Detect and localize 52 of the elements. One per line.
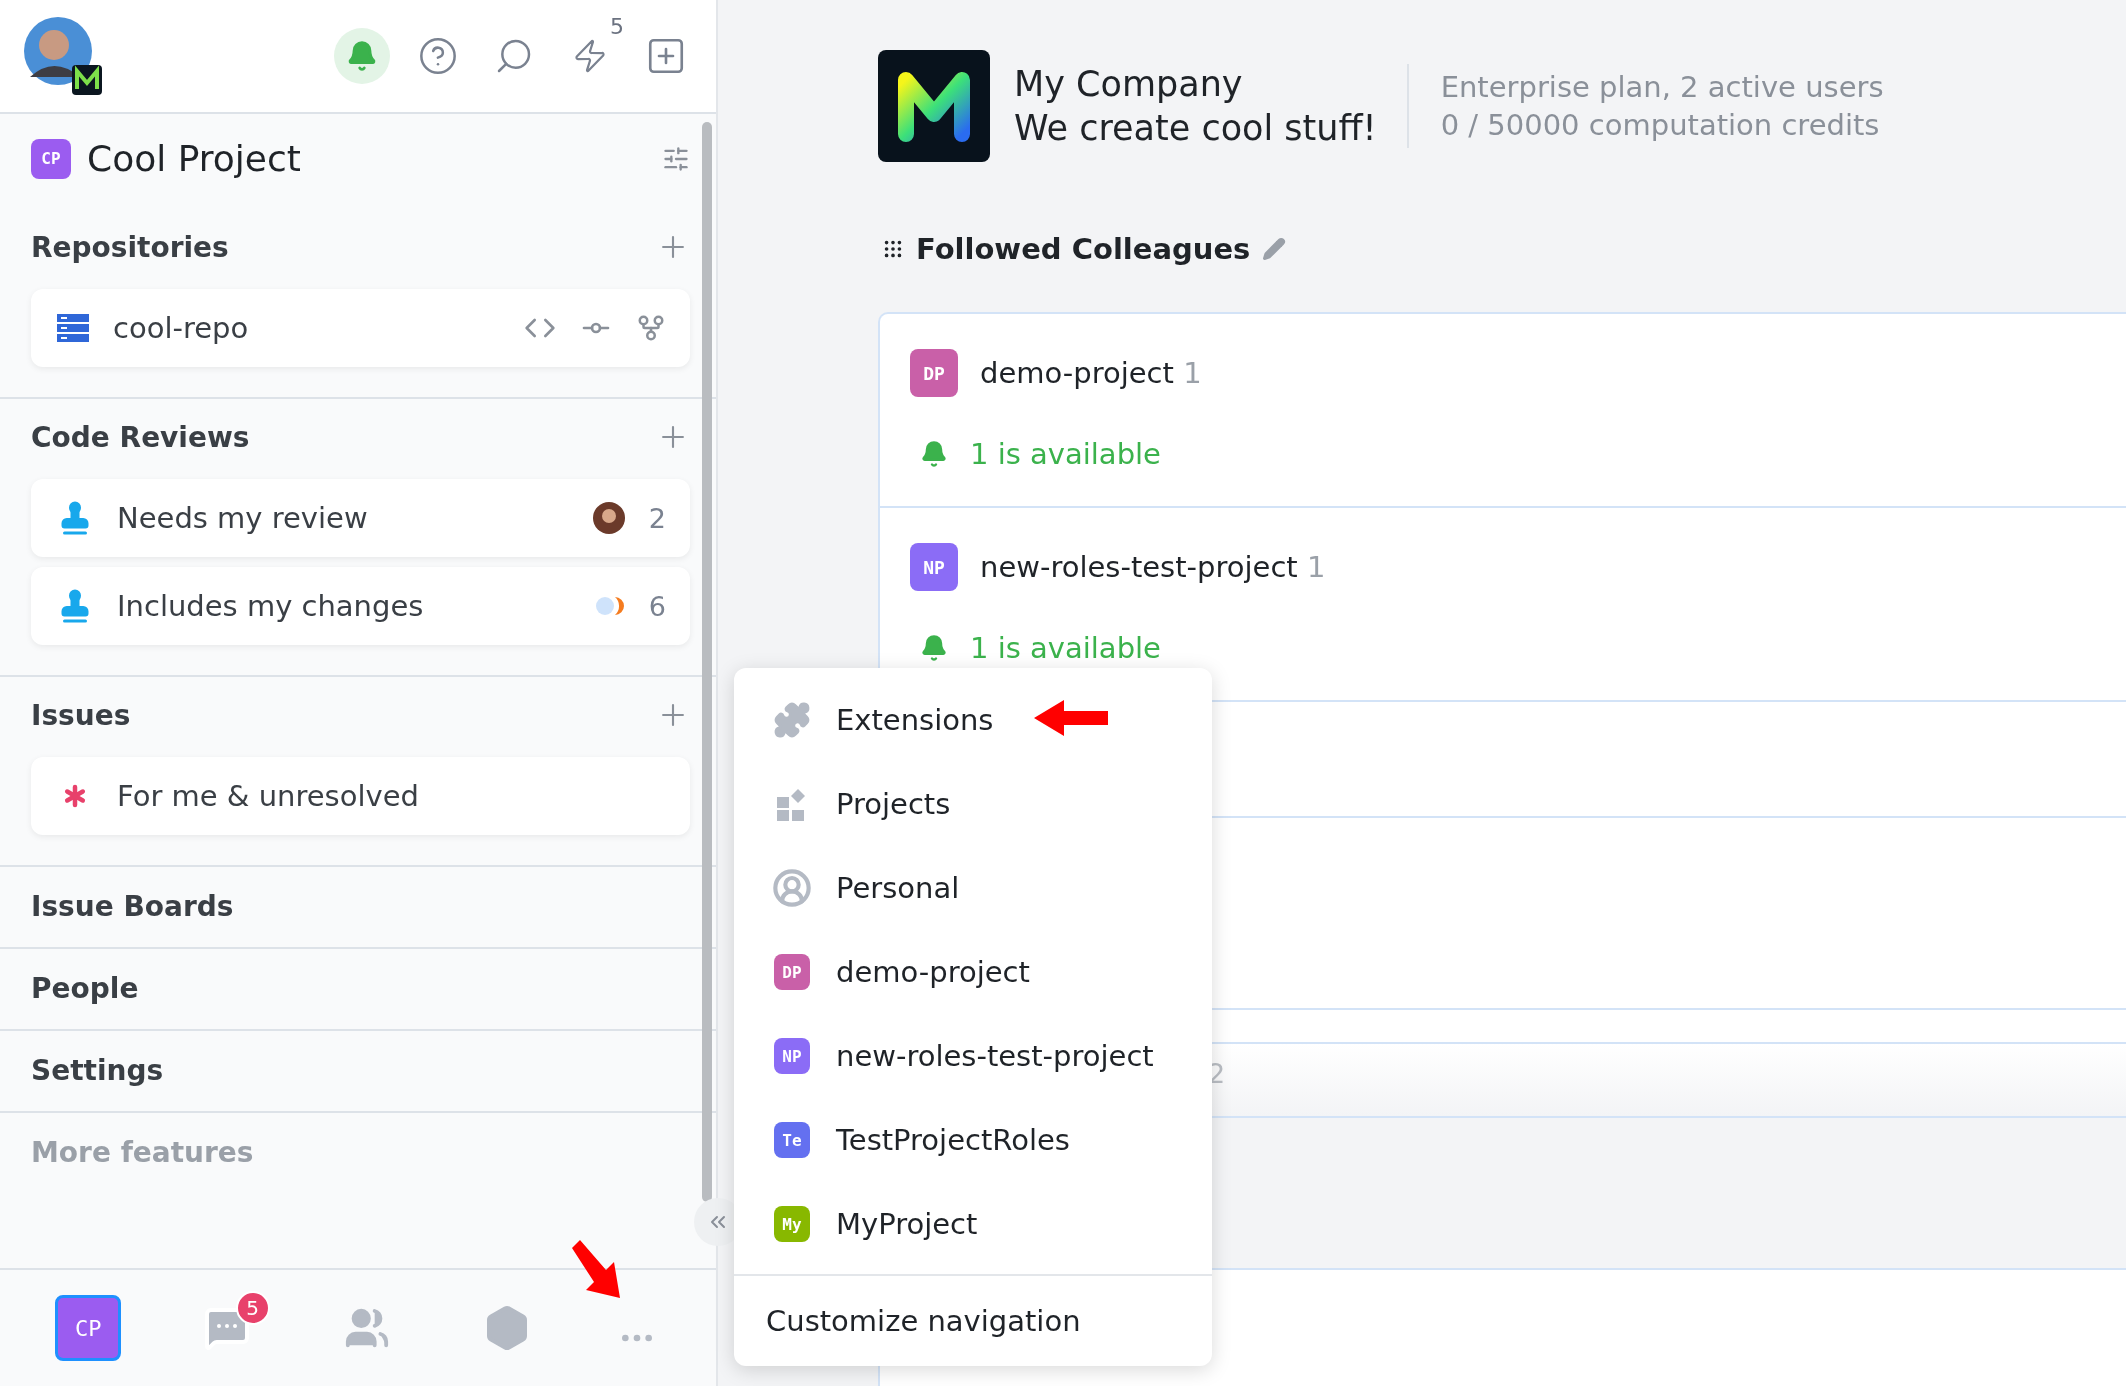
- count: 5: [610, 14, 624, 39]
- bell-icon: [920, 440, 948, 468]
- menu-item[interactable]: NP new-roles-test-project: [734, 1014, 1212, 1098]
- project-badge: NP: [910, 543, 958, 591]
- bell-icon: [920, 634, 948, 662]
- edit-icon[interactable]: [1262, 237, 1287, 261]
- status-dots-icon: [594, 596, 625, 616]
- sidebar-item[interactable]: For me & unresolved: [31, 757, 690, 835]
- plan-info: Enterprise plan, 2 active users: [1440, 70, 1884, 104]
- section-title: Repositories: [31, 230, 229, 264]
- section-title: Followed Colleagues: [916, 232, 1251, 266]
- puzzle-icon: [773, 701, 811, 739]
- project-badge: My: [774, 1206, 810, 1242]
- bell-icon[interactable]: [334, 28, 390, 84]
- project-badge: Te: [774, 1122, 810, 1158]
- menu-item[interactable]: DP demo-project: [734, 930, 1212, 1014]
- project-name: demo-project 1: [980, 356, 1202, 390]
- menu-item[interactable]: Projects: [734, 762, 1212, 846]
- menu-item[interactable]: Extensions: [734, 678, 1212, 762]
- project-badge: DP: [910, 349, 958, 397]
- section-title: Issues: [31, 698, 131, 732]
- project-tab[interactable]: CP: [55, 1295, 122, 1361]
- menu-item[interactable]: Te TestProjectRoles: [734, 1098, 1212, 1182]
- avatar-icon[interactable]: [24, 17, 102, 95]
- company-tagline: We create cool stuff!: [1014, 108, 1377, 148]
- menu-item[interactable]: My MyProject: [734, 1182, 1212, 1266]
- project-badge: NP: [774, 1038, 810, 1074]
- sidebar-item[interactable]: Needs my review 2: [31, 479, 690, 557]
- section-title: Code Reviews: [31, 420, 250, 454]
- availability-status: 1 is available: [970, 437, 1161, 471]
- menu-item[interactable]: Customize navigation: [734, 1276, 1212, 1366]
- lightning-icon[interactable]: [572, 38, 608, 74]
- branch-icon[interactable]: [636, 313, 666, 343]
- project-title: Cool Project: [87, 138, 302, 179]
- credits-info: 0 / 50000 computation credits: [1440, 108, 1881, 142]
- project-badge: CP: [31, 138, 71, 179]
- settings-icon[interactable]: [662, 144, 690, 173]
- availability-status: 1 is available: [970, 631, 1161, 665]
- project-badge: DP: [774, 954, 810, 990]
- count: 6: [648, 590, 666, 622]
- scrollbar[interactable]: [702, 122, 712, 1202]
- project-name: new-roles-test-project 1: [980, 550, 1326, 584]
- user-icon: [772, 868, 812, 908]
- server-icon: [57, 314, 89, 342]
- drag-handle-icon[interactable]: [882, 238, 904, 260]
- sidebar-item[interactable]: cool-repo: [31, 289, 690, 367]
- count: 2: [648, 502, 666, 534]
- count-badge: 5: [235, 1291, 270, 1325]
- company-name: My Company: [1014, 64, 1244, 104]
- avatar-icon: [592, 502, 625, 534]
- sidebar-item[interactable]: Includes my changes 6: [31, 567, 690, 645]
- menu-item[interactable]: Personal: [734, 846, 1212, 930]
